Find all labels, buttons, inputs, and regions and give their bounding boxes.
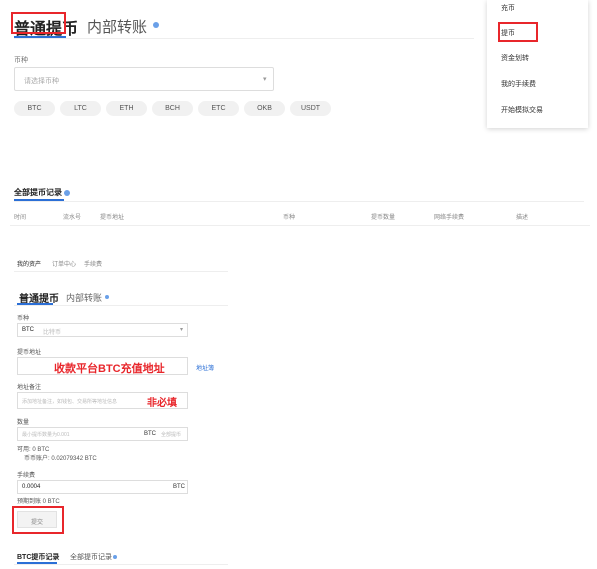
amount-input[interactable]: 最小提币数量为0.001 BTC 全部提币 [17,427,188,441]
assets-dropdown-menu: 充币 提币 资金划转 我的手续费 开始模拟交易 [487,0,588,128]
col-serial: 流水号 [63,215,82,221]
records-header-divider [10,225,590,226]
rec-tab-divider [14,564,228,565]
fee-input[interactable]: 0.0004 BTC [17,480,188,494]
coin-placeholder: 请选择币种 [24,78,59,85]
fee-unit: BTC [173,484,185,490]
records-title: 全部提币记录 [14,187,70,198]
address-book-link[interactable]: 地址簿 [196,363,214,372]
bottom-coin-hint: 比特币 [43,330,62,336]
address-annotation: 收款平台BTC充值地址 [54,363,165,375]
withdraw-all-link[interactable]: 全部提币 [161,431,181,438]
menu-item-simulated-trading[interactable]: 开始模拟交易 [501,105,543,115]
coin-pill-etc[interactable]: ETC [198,101,239,116]
nav-my-assets[interactable]: 我的资产 [17,259,41,268]
available-balance: 可用: 0 BTC [17,447,50,453]
coin-pill-okb[interactable]: OKB [244,101,285,116]
bottom-tab-transfer[interactable]: 内部转账 [66,291,102,304]
coin-select[interactable]: 请选择币种 ▾ [14,67,274,91]
tabs-divider [14,38,474,39]
amount-label: 数量 [17,420,30,426]
coin-pill-bch[interactable]: BCH [152,101,193,116]
col-address: 提币地址 [100,215,125,221]
records-divider [14,201,584,202]
menu-item-my-fees[interactable]: 我的手续费 [501,79,536,89]
rec-tab-all[interactable]: 全部提币记录 [70,552,112,562]
bottom-coin-label: 币种 [17,316,30,322]
col-fee: 网络手续费 [434,215,465,221]
highlight-box-withdraw-tab [11,12,66,34]
bottom-coin-select[interactable]: BTC 比特币 ▾ [17,323,188,337]
records-title-text: 全部提币记录 [14,188,62,197]
tab-transfer[interactable]: 内部转账 [87,16,147,37]
memo-annotation: 非必填 [147,398,177,409]
amount-unit: BTC [144,431,156,437]
coin-pill-ltc[interactable]: LTC [60,101,101,116]
coin-pill-btc[interactable]: BTC [14,101,55,116]
coin-pill-usdt[interactable]: USDT [290,101,331,116]
info-icon [105,295,109,299]
chevron-down-icon: ▾ [180,327,184,333]
info-icon [64,189,70,196]
highlight-box-submit [12,506,64,534]
chevron-down-icon: ▾ [263,76,267,83]
col-time: 时间 [14,215,27,221]
expected-arrival: 预期到账 0 BTC [17,499,60,505]
fee-label: 手续费 [17,473,36,479]
col-coin: 币种 [283,215,296,221]
nav-fees[interactable]: 手续费 [84,259,102,268]
rec-tab-btc[interactable]: BTC提币记录 [17,552,59,562]
bottom-tab-divider [14,305,228,306]
col-amount: 提币数量 [371,215,396,221]
menu-item-transfer[interactable]: 资金划转 [501,53,529,63]
spot-account-balance: 币币账户: 0.02079342 BTC [24,456,97,462]
info-icon [113,555,117,559]
bottom-coin-value: BTC [22,327,34,333]
col-desc: 描述 [516,215,529,221]
fee-value: 0.0004 [22,484,41,490]
asset-nav-divider [14,271,228,272]
amount-placeholder: 最小提币数量为0.001 [22,432,70,438]
memo-placeholder: 添加地址备注，如钱包、交易所等地址信息 [22,399,118,405]
coin-label: 币种 [14,57,28,64]
highlight-box-withdraw-menu [498,22,538,42]
coin-pill-eth[interactable]: ETH [106,101,147,116]
menu-item-deposit[interactable]: 充币 [501,3,515,13]
address-label: 提币地址 [17,350,42,356]
info-icon [153,22,159,28]
nav-order-center[interactable]: 订单中心 [52,259,76,268]
memo-label: 地址备注 [17,385,42,391]
